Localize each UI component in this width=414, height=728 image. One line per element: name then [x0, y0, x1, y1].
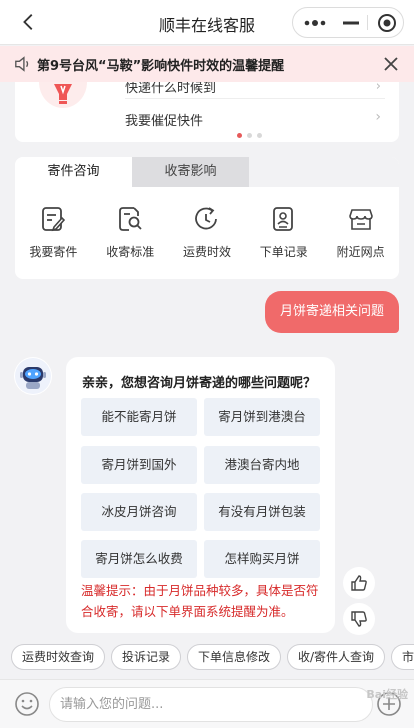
option-button[interactable]: 冰皮月饼咨询: [81, 493, 197, 531]
close-icon[interactable]: [382, 55, 400, 73]
carousel-dot[interactable]: [257, 133, 262, 138]
carousel-dots: [237, 133, 262, 138]
thumbs-down-button[interactable]: [343, 603, 375, 635]
profile-card-icon: [272, 207, 293, 231]
doc-search-icon: [119, 207, 142, 231]
robot-icon: [15, 358, 51, 394]
minimize-icon[interactable]: [335, 8, 367, 37]
store-icon: [348, 209, 373, 230]
tool-nearby[interactable]: 附近网点: [322, 205, 399, 260]
bot-message-card: 亲亲，您想咨询月饼寄递的哪些问题呢？ 能不能寄月饼 寄月饼到港澳台 寄月饼到国外…: [66, 357, 335, 633]
tab-bar-background: [249, 157, 399, 187]
consult-tabs: 寄件咨询 收寄影响: [15, 157, 249, 187]
banner-item-1[interactable]: 快递什么时候到: [125, 82, 385, 99]
quick-chip[interactable]: 运费时效查询: [11, 644, 105, 670]
warm-tip-text: 温馨提示：由于月饼品种较多，具体是否符合收寄，请以下单界面系统提醒为准。: [81, 583, 319, 619]
user-message-bubble: 月饼寄递相关问题: [265, 291, 399, 333]
notice-bar[interactable]: 第9号台风“马鞍”影响快件时效的温馨提醒: [0, 46, 414, 82]
option-button[interactable]: 怎样购买月饼: [204, 540, 320, 578]
tab-delivery-impact[interactable]: 收寄影响: [132, 157, 249, 187]
thumbs-up-icon: [351, 575, 367, 591]
option-button[interactable]: 寄月饼怎么收费: [81, 540, 197, 578]
tool-label: 附近网点: [336, 245, 385, 259]
carousel-dot[interactable]: [247, 133, 252, 138]
lightbulb-icon: [37, 82, 89, 110]
watermark: Bai经验: [366, 688, 408, 701]
more-icon[interactable]: [299, 8, 331, 37]
tool-label: 运费时效: [182, 245, 231, 259]
notice-text: 第9号台风“马鞍”影响快件时效的温馨提醒: [37, 59, 285, 74]
option-button[interactable]: 寄月饼到国外: [81, 446, 197, 484]
capsule-divider: [367, 15, 368, 30]
message-input[interactable]: 请输入您的问题...: [49, 687, 373, 722]
header-bar: 顺丰在线客服: [0, 0, 414, 45]
bot-avatar: [14, 357, 52, 395]
clock-refresh-icon: [195, 207, 217, 230]
quick-chip[interactable]: 投诉记录: [111, 644, 181, 670]
tool-fee-time[interactable]: 运费时效: [169, 205, 246, 260]
chevron-right-icon: ›: [375, 109, 381, 125]
tool-standard[interactable]: 收寄标准: [92, 205, 169, 260]
thumbs-down-icon: [351, 611, 367, 627]
option-button[interactable]: 寄月饼到港澳台: [204, 398, 320, 436]
tool-label: 下单记录: [259, 245, 308, 259]
close-target-icon[interactable]: [371, 8, 403, 37]
tab-send-consult[interactable]: 寄件咨询: [15, 157, 132, 187]
tool-order-record[interactable]: 下单记录: [245, 205, 322, 260]
option-button[interactable]: 有没有月饼包装: [204, 493, 320, 531]
speaker-icon: [14, 55, 32, 73]
quick-chip[interactable]: 下单信息修改: [187, 644, 281, 670]
tool-send[interactable]: 我要寄件: [15, 205, 92, 260]
bot-question: 亲亲，您想咨询月饼寄递的哪些问题呢？: [82, 376, 317, 391]
consult-card: 寄件咨询 收寄影响 我要寄件 收寄标准 运费时效 下单记录 附近网点: [15, 157, 399, 279]
option-button[interactable]: 港澳台寄内地: [204, 446, 320, 484]
carousel-dot[interactable]: [237, 133, 242, 138]
edit-doc-icon: [42, 207, 66, 232]
faq-banner: 快递什么时候到 › 我要催促快件 ›: [15, 82, 399, 142]
banner-item-2[interactable]: 我要催促快件: [125, 110, 203, 129]
mini-program-capsule: [292, 7, 404, 38]
quick-chip[interactable]: 市: [391, 644, 414, 670]
tool-label: 收寄标准: [106, 245, 155, 259]
input-bar: 请输入您的问题...: [0, 679, 414, 728]
option-button[interactable]: 能不能寄月饼: [81, 398, 197, 436]
chevron-right-icon: ›: [375, 82, 381, 94]
emoji-icon[interactable]: [13, 690, 41, 718]
quick-chip[interactable]: 收/寄件人查询: [287, 644, 385, 670]
tool-grid: 我要寄件 收寄标准 运费时效 下单记录 附近网点: [15, 205, 399, 260]
thumbs-up-button[interactable]: [343, 567, 375, 599]
tool-label: 我要寄件: [29, 245, 78, 259]
